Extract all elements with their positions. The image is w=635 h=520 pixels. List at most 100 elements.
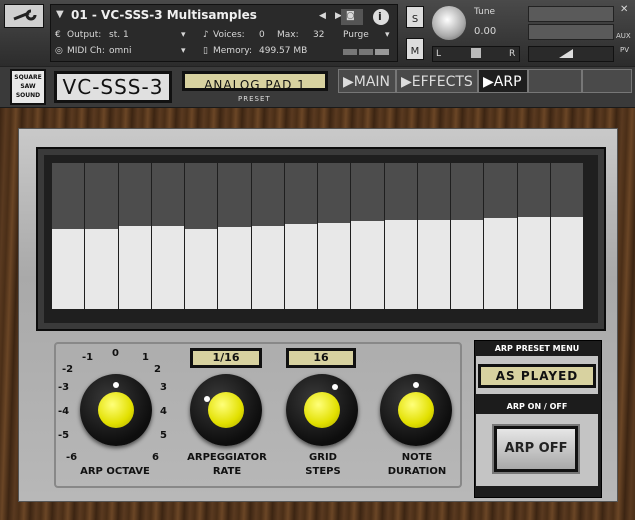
octave-tick-label: 5 [160,430,167,441]
arp-rate-label-line1: ARPEGGIATOR [187,452,267,463]
output-dropdown-icon[interactable]: ▾ [181,29,186,41]
octave-tick-label: -5 [58,430,70,441]
step-bar[interactable] [284,163,318,309]
instrument-info-panel: ▼ 01 - VC-SSS-3 Multisamples ◀ ▶ ◙ i € O… [50,4,398,62]
logo-line-1: SQUARE [14,74,42,81]
arp-octave-knob-cap [98,392,134,428]
arp-rate-label-line2: RATE [212,466,242,477]
purge-button[interactable]: Purge [343,29,369,41]
step-bar[interactable] [351,163,385,309]
memory-icon: ▯ [203,46,208,56]
step-bar[interactable] [118,163,152,309]
voices-icon: ♪ [203,30,209,40]
arp-rate-display[interactable]: 1/16 [190,348,262,368]
step-sequencer[interactable] [36,147,606,331]
mute-button[interactable]: M [406,38,424,60]
step-bar-fill [318,222,351,309]
step-bar[interactable] [185,163,219,309]
step-bar[interactable] [550,163,584,309]
output-label: Output: [67,30,102,40]
instrument-name[interactable]: 01 - VC-SSS-3 Multisamples [71,8,257,22]
midi-dropdown-icon[interactable]: ▾ [181,45,186,57]
camera-button[interactable]: ◙ [341,9,363,25]
step-bar[interactable] [484,163,518,309]
info-button[interactable]: i [373,9,389,25]
solo-button[interactable]: S [406,6,424,28]
pan-handle[interactable] [471,48,481,58]
tune-knob[interactable] [432,6,466,40]
memory-value: 499.57 MB [259,46,308,56]
step-bar-fill [151,225,184,309]
step-bar[interactable] [52,163,86,309]
tune-label: Tune [474,7,496,17]
step-bar[interactable] [517,163,551,309]
prev-arrow-icon[interactable]: ◀ [319,10,326,22]
output-value[interactable]: st. 1 [109,29,129,41]
step-bar-fill [384,219,417,309]
octave-tick-label: -2 [62,364,74,375]
volume-handle[interactable] [559,49,573,58]
grid-steps-display[interactable]: 16 [286,348,356,368]
octave-tick-label: -4 [58,406,70,417]
logo-line-3: SOUND [15,92,41,99]
purge-indicators [343,49,389,55]
arp-rate-knob[interactable] [190,374,262,446]
output-icon: € [55,30,61,40]
pan-right-label: R [509,49,516,59]
brand-logo: SQUARE SAW SOUND [10,69,46,105]
tab-effects[interactable]: ▶EFFECTS [396,69,478,93]
arp-rate-knob-cap [208,392,244,428]
pv-label[interactable]: PV [620,44,629,56]
grid-steps-indicator [332,384,338,390]
octave-tick-label: -3 [58,382,70,393]
step-bar-fill [118,225,151,309]
step-bar[interactable] [251,163,285,309]
aux-label[interactable]: AUX [616,30,631,42]
arp-octave-knob[interactable] [80,374,152,446]
octave-tick-label: 6 [152,452,159,463]
product-name: VC-SSS-3 [62,75,164,99]
solo-label: S [411,14,419,25]
preset-display[interactable]: ANALOG PAD 1 [182,71,328,92]
tab-arp[interactable]: ▶ARP [478,69,528,93]
step-bar-fill [517,217,550,309]
arp-rate-indicator [204,396,210,402]
step-bar[interactable] [85,163,119,309]
step-bar[interactable] [417,163,451,309]
step-bar[interactable] [318,163,352,309]
step-bar-fill [351,221,384,309]
camera-icon: ◙ [346,11,355,21]
octave-tick-label: 1 [142,352,149,363]
arp-on-off-label: ARP ON / OFF [506,402,568,411]
wrench-button[interactable] [4,4,44,28]
step-bar[interactable] [151,163,185,309]
midi-value[interactable]: omni [109,45,131,57]
tab-arp-label: ▶ARP [483,74,522,90]
note-duration-knob[interactable] [380,374,452,446]
grid-steps-knob-cap [304,392,340,428]
pan-slider[interactable]: L R [432,46,520,62]
step-bar[interactable] [384,163,418,309]
level-meter-top [528,6,614,22]
grid-steps-knob[interactable] [286,374,358,446]
purge-dropdown-icon[interactable]: ▾ [385,29,390,41]
step-bar[interactable] [218,163,252,309]
collapse-arrow-icon[interactable]: ▼ [56,9,64,21]
wrench-icon [13,9,37,21]
step-bar-fill [484,218,517,309]
max-value[interactable]: 32 [313,29,324,41]
tune-value[interactable]: 0.00 [474,26,496,38]
volume-slider[interactable] [528,46,614,62]
arp-preset-menu-value[interactable]: AS PLAYED [478,364,596,388]
max-label: Max: [277,30,299,40]
close-icon[interactable]: ✕ [620,4,628,16]
tab-empty-2 [582,69,632,93]
tab-main[interactable]: ▶MAIN [338,69,396,93]
octave-tick-label: 3 [160,382,167,393]
step-bar[interactable] [451,163,485,309]
arp-octave-label: ARP OCTAVE [80,466,150,477]
preset-value: ANALOG PAD 1 [204,78,306,92]
note-duration-knob-cap [398,392,434,428]
product-name-badge: VC-SSS-3 [54,71,172,103]
arp-off-button[interactable]: ARP OFF [494,426,578,472]
